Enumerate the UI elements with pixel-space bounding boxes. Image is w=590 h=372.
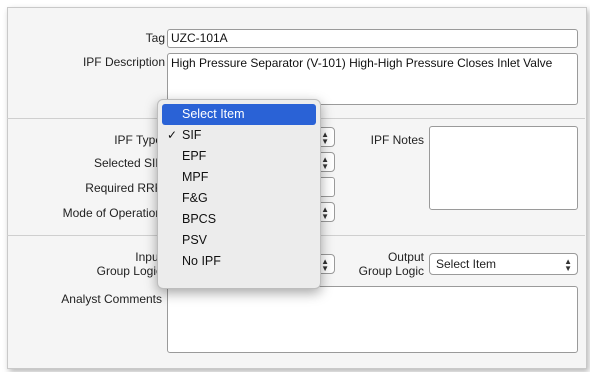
input-group-logic-label-line2: Group Logic <box>96 264 162 278</box>
menu-item-label: SIF <box>182 128 202 142</box>
menu-item-mpf[interactable]: MPF <box>158 167 320 188</box>
tag-label: Tag <box>145 31 165 45</box>
menu-item-label: Select Item <box>182 107 245 121</box>
menu-item-label: F&G <box>182 191 208 205</box>
checkmark-icon: ✓ <box>167 128 178 142</box>
menu-item-epf[interactable]: EPF <box>158 146 320 167</box>
output-group-logic-label-line2: Group Logic <box>358 264 424 278</box>
selected-sil-label: Selected SIL <box>93 156 162 170</box>
stepper-icon: ▲ ▼ <box>321 257 329 273</box>
stepper-icon: ▲ ▼ <box>564 257 572 273</box>
stepper-icon: ▲ ▼ <box>321 205 329 221</box>
ipf-notes-label: IPF Notes <box>370 133 424 147</box>
stepper-icon: ▲ ▼ <box>321 130 329 146</box>
menu-item-label: EPF <box>182 149 207 163</box>
mode-of-operation-label: Mode of Operation <box>62 206 162 220</box>
ipf-description-field[interactable]: High Pressure Separator (V-101) High-Hig… <box>167 53 578 105</box>
menu-item-sif[interactable]: ✓ SIF <box>158 125 320 146</box>
menu-item-label: MPF <box>182 170 209 184</box>
menu-item-bpcs[interactable]: BPCS <box>158 209 320 230</box>
output-group-logic-label-line1: Output <box>387 250 424 264</box>
menu-item-label: No IPF <box>182 254 221 268</box>
output-group-logic-value: Select Item <box>436 257 497 271</box>
input-group-logic-label-line1: Input <box>135 250 162 264</box>
menu-item-psv[interactable]: PSV <box>158 230 320 251</box>
ipf-type-dropdown-menu: Select Item ✓ SIF EPF MPF F&G BPCS PSV No… <box>157 99 321 289</box>
output-group-logic-select[interactable]: Select Item ▲ ▼ <box>429 253 578 275</box>
ipf-description-label: IPF Description <box>82 55 165 69</box>
menu-item-fg[interactable]: F&G <box>158 188 320 209</box>
menu-item-label: BPCS <box>182 212 217 226</box>
menu-item-no-ipf[interactable]: No IPF <box>158 251 320 272</box>
ipf-notes-field[interactable] <box>429 126 578 210</box>
menu-item-label: PSV <box>182 233 208 247</box>
tag-field[interactable]: UZC-101A <box>167 29 578 48</box>
required-rrf-label: Required RRF <box>85 181 162 195</box>
analyst-comments-field[interactable] <box>167 286 578 353</box>
stepper-icon: ▲ ▼ <box>321 155 329 171</box>
menu-item-select-item[interactable]: Select Item <box>162 104 316 125</box>
ipf-type-label: IPF Type <box>114 133 162 147</box>
analyst-comments-label: Analyst Comments <box>61 292 162 306</box>
